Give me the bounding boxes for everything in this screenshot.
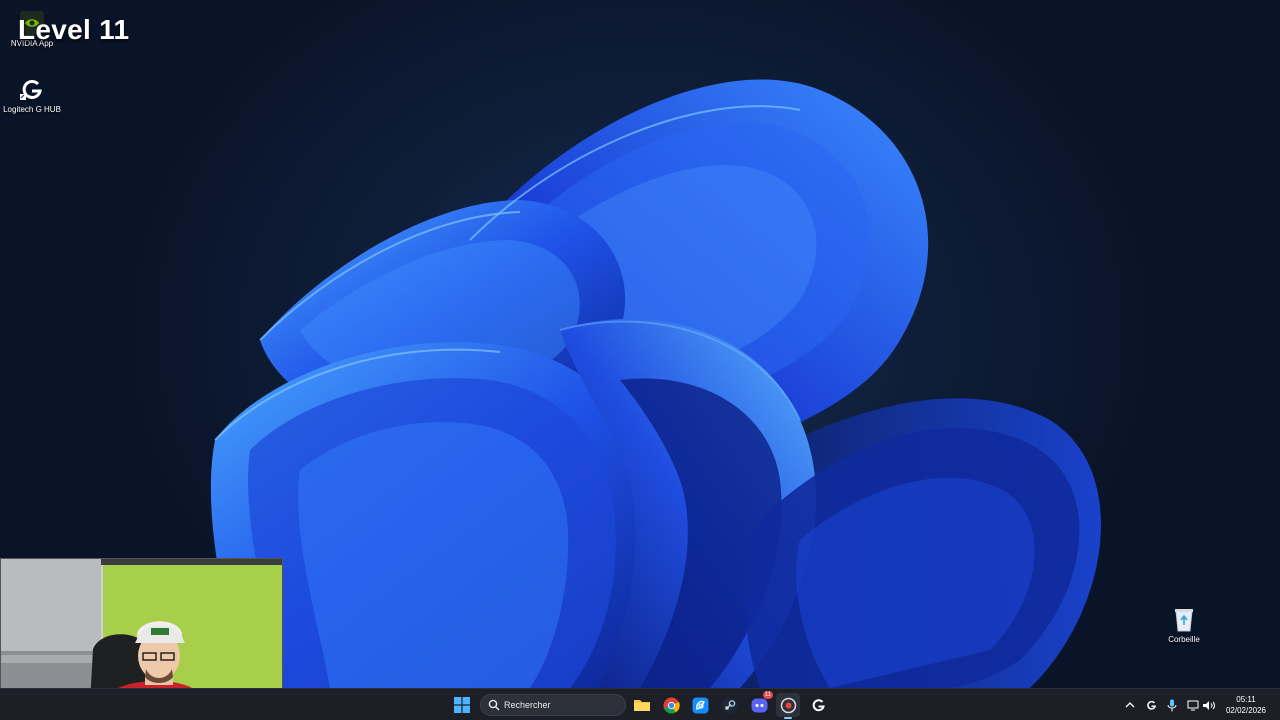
start-button[interactable] (450, 693, 474, 717)
logitech-g-icon (20, 79, 42, 100)
tray-volume[interactable] (1199, 693, 1219, 717)
record-icon (780, 697, 796, 713)
tray-logitech-g[interactable] (1141, 693, 1161, 717)
level-overlay-title: Level 11 (18, 14, 130, 45)
desktop-icon-logitech-g-hub[interactable]: Logitech G HUB (0, 76, 67, 114)
search-placeholder: Rechercher (504, 700, 551, 710)
search-icon (488, 699, 500, 711)
volume-icon (1203, 700, 1215, 710)
taskbar-search[interactable]: Rechercher (480, 694, 626, 716)
desktop-icon-recycle-bin[interactable]: Corbeille (1149, 606, 1219, 644)
discord-icon (751, 698, 767, 712)
taskbar-app-steam[interactable] (717, 693, 741, 717)
logitech-g-icon (1146, 700, 1156, 710)
steam-icon (721, 697, 737, 713)
taskbar-app-g-hub[interactable] (806, 693, 830, 717)
folder-icon (634, 700, 650, 711)
taskbar-app-chrome[interactable] (659, 693, 683, 717)
microphone-icon (1167, 699, 1177, 711)
network-icon (1187, 700, 1198, 710)
taskbar-app-file-explorer[interactable] (630, 693, 654, 717)
taskbar-clock[interactable]: 05:11 02/02/2026 (1220, 694, 1272, 716)
desktop-icon-label: Logitech G HUB (3, 105, 61, 114)
taskbar: Rechercher 11 05:11 02/02/2026 (0, 688, 1280, 720)
battle-net-icon (692, 697, 708, 713)
clock-date: 02/02/2026 (1225, 706, 1267, 715)
show-hidden-icons-button[interactable] (1120, 693, 1140, 717)
taskbar-app-recorder[interactable] (776, 693, 800, 719)
tray-microphone[interactable] (1162, 693, 1182, 717)
windows-start-icon (454, 697, 470, 713)
taskbar-app-discord[interactable]: 11 (747, 691, 773, 717)
chevron-up-icon (1125, 702, 1135, 708)
taskbar-app-battle-net[interactable] (688, 693, 712, 717)
chrome-icon (663, 697, 680, 713)
discord-notification-badge: 11 (762, 691, 773, 699)
recycle-bin-icon (1175, 609, 1193, 632)
logitech-g-icon (812, 698, 825, 711)
desktop-icon-label: Corbeille (1168, 635, 1200, 644)
clock-time: 05:11 (1236, 695, 1256, 704)
